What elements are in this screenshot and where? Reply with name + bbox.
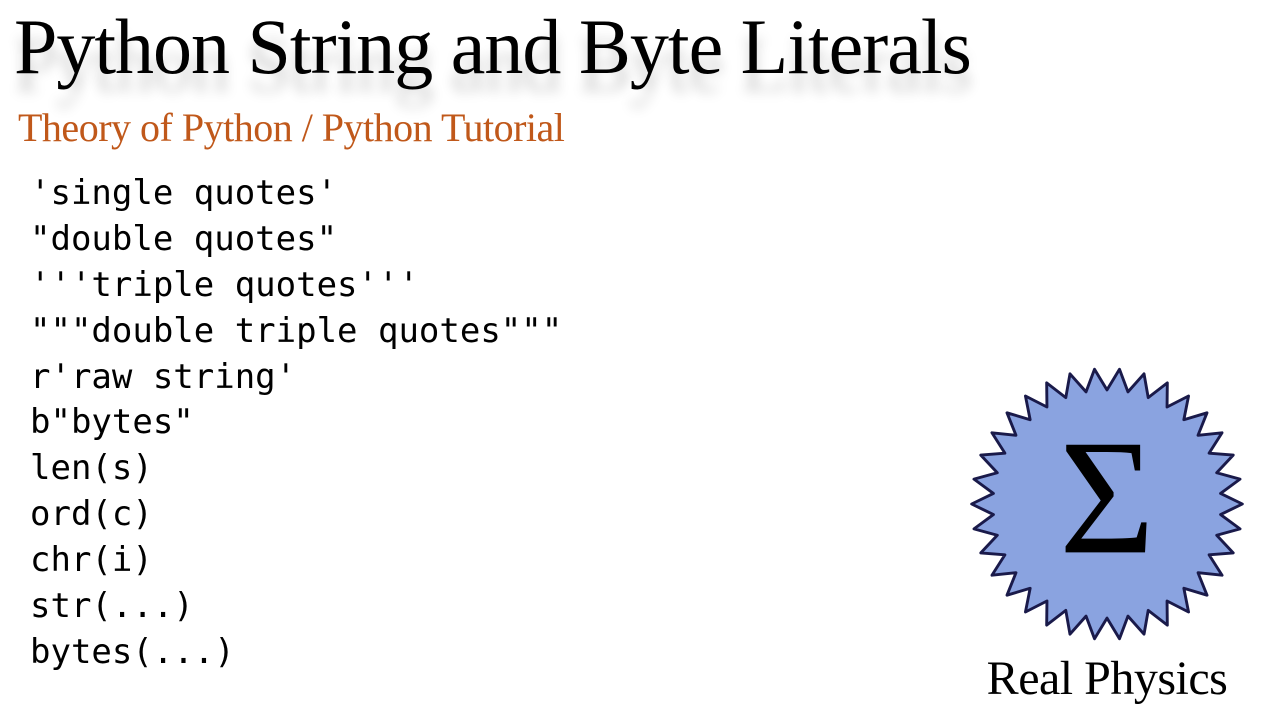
slide-subtitle: Theory of Python / Python Tutorial: [0, 86, 1280, 151]
sigma-badge-icon: Σ: [962, 359, 1252, 649]
slide-title: Python String and Byte Literals: [0, 0, 1280, 86]
channel-logo: Σ Real Physics: [962, 359, 1252, 706]
sigma-glyph: Σ: [1059, 406, 1155, 588]
brand-name: Real Physics: [962, 651, 1252, 706]
